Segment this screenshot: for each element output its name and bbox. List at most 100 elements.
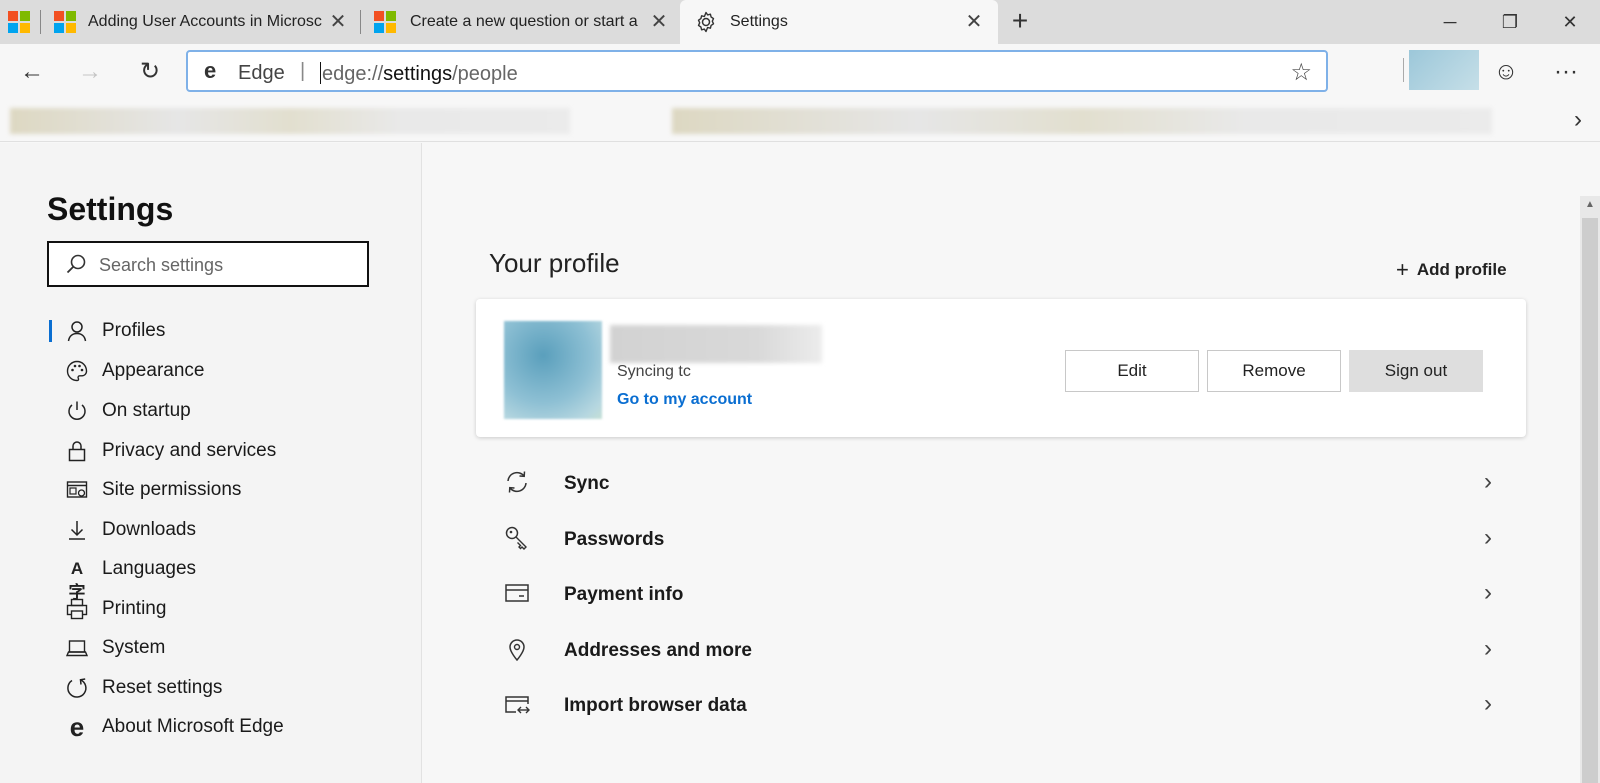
forward-button[interactable]: → (72, 54, 108, 90)
chevron-right-icon[interactable]: › (1574, 106, 1582, 134)
url-host: settings (383, 63, 453, 85)
favorite-star-icon[interactable]: ☆ (1290, 58, 1312, 87)
sidebar-item-appearance[interactable]: Appearance (47, 352, 387, 390)
sidebar-item-reset-settings[interactable]: Reset settings (47, 669, 387, 707)
row-sync[interactable]: Sync › (476, 456, 1526, 512)
row-passwords[interactable]: Passwords › (476, 512, 1526, 568)
omnibox-separator: | (300, 60, 306, 82)
go-to-account-link[interactable]: Go to my account (617, 391, 752, 409)
sidebar-item-system[interactable]: System (47, 629, 387, 667)
edge-logo-icon: e (69, 712, 85, 742)
gear-icon (694, 10, 718, 34)
active-indicator (49, 320, 52, 342)
chevron-right-icon: › (1484, 635, 1492, 662)
add-profile-label: Add profile (1416, 260, 1507, 279)
tab-settings[interactable]: Settings ✕ (680, 0, 998, 44)
palette-icon (65, 359, 89, 383)
chevron-right-icon: › (1484, 468, 1492, 495)
plus-icon: + (1396, 257, 1409, 282)
chevron-right-icon: › (1484, 690, 1492, 717)
import-icon (502, 690, 532, 720)
scrollbar[interactable]: ▲ (1580, 196, 1600, 783)
profile-card: Syncing tc Go to my account Edit Remove … (476, 299, 1526, 437)
minimize-button[interactable]: ─ (1430, 6, 1470, 38)
row-import-browser-data[interactable]: Import browser data › (476, 678, 1526, 734)
url-text[interactable]: edge://settings/people (320, 62, 518, 86)
tab-separator (40, 10, 41, 34)
back-button[interactable]: ← (14, 54, 50, 90)
credit-card-icon (502, 579, 532, 609)
search-box[interactable] (47, 241, 369, 287)
sidebar-item-label: System (102, 637, 166, 658)
url-scheme: edge:// (322, 63, 384, 85)
feedback-smiley-icon[interactable]: ☺ (1488, 54, 1524, 90)
page-title: Settings (47, 191, 174, 227)
sidebar-item-profiles[interactable]: Profiles (47, 312, 387, 350)
restore-button[interactable]: ❐ (1490, 6, 1530, 38)
sync-icon (502, 468, 532, 498)
favorites-bar: › (0, 100, 1600, 142)
languages-icon: A字 (68, 559, 86, 602)
sync-status: Syncing tc (617, 363, 691, 380)
tab-separator (360, 10, 361, 34)
close-icon[interactable]: ✕ (647, 8, 671, 36)
tab-create-question[interactable]: Create a new question or start a ✕ (364, 0, 676, 44)
sidebar-item-label: Appearance (102, 360, 205, 381)
sidebar-item-label: Languages (102, 558, 197, 579)
sidebar-item-printing[interactable]: Printing (47, 590, 387, 628)
row-label: Sync (564, 473, 610, 494)
edit-button[interactable]: Edit (1065, 350, 1199, 392)
tab-strip: Adding User Accounts in Microsc ✕ Create… (0, 0, 1600, 44)
sidebar-item-label: Reset settings (102, 677, 223, 698)
download-icon (65, 518, 89, 542)
toolbar: ← → ↻ e Edge | edge://settings/people ☆ … (0, 44, 1600, 100)
remove-button[interactable]: Remove (1207, 350, 1341, 392)
tab-title: Settings (730, 13, 788, 30)
sidebar-item-label: About Microsoft Edge (102, 716, 284, 737)
tab-title: Adding User Accounts in Microsc (88, 13, 322, 30)
omnibox-brand: Edge (238, 62, 285, 84)
sidebar-item-about-microsoft-edge[interactable]: e About Microsoft Edge (47, 708, 387, 746)
sidebar-item-site-permissions[interactable]: Site permissions (47, 471, 387, 509)
sidebar-item-on-startup[interactable]: On startup (47, 392, 387, 430)
microsoft-logo-icon (374, 11, 396, 33)
scroll-thumb[interactable] (1582, 218, 1598, 783)
address-bar[interactable]: e Edge | edge://settings/people ☆ (186, 50, 1328, 92)
row-payment-info[interactable]: Payment info › (476, 567, 1526, 623)
url-path: /people (452, 63, 518, 85)
add-profile-button[interactable]: + Add profile (1396, 257, 1507, 283)
settings-sidebar: Settings Profiles Appearance On startup … (0, 143, 422, 783)
row-label: Passwords (564, 529, 665, 550)
power-icon (65, 399, 89, 423)
reset-icon (65, 676, 89, 700)
laptop-icon (65, 636, 89, 660)
lock-icon (65, 439, 89, 463)
sidebar-item-label: Profiles (102, 320, 166, 341)
sidebar-item-languages[interactable]: A字 Languages (47, 550, 387, 602)
scroll-up-icon[interactable]: ▲ (1580, 196, 1600, 214)
close-window-button[interactable]: ✕ (1550, 6, 1590, 38)
refresh-button[interactable]: ↻ (132, 54, 168, 90)
sidebar-item-downloads[interactable]: Downloads (47, 511, 387, 549)
section-title: Your profile (489, 248, 620, 278)
favorites-blurred-items[interactable] (672, 108, 1492, 134)
more-menu-icon[interactable]: ··· (1548, 54, 1584, 90)
close-icon[interactable]: ✕ (326, 8, 350, 36)
search-input[interactable] (99, 253, 349, 277)
sign-out-button[interactable]: Sign out (1349, 350, 1483, 392)
toolbar-divider (1403, 58, 1404, 82)
sidebar-item-label: Privacy and services (102, 440, 277, 461)
tab-adding-user-accounts[interactable]: Adding User Accounts in Microsc ✕ (44, 0, 356, 44)
profile-avatar-button[interactable] (1409, 50, 1479, 90)
location-pin-icon (502, 635, 532, 665)
close-icon[interactable]: ✕ (962, 8, 986, 36)
printer-icon (65, 597, 89, 621)
key-icon (502, 524, 532, 554)
edge-logo-icon: e (204, 58, 217, 83)
sidebar-item-privacy-and-services[interactable]: Privacy and services (47, 432, 387, 470)
favorites-blurred-items[interactable] (10, 108, 570, 134)
sidebar-item-label: On startup (102, 400, 191, 421)
new-tab-button[interactable]: + (1004, 6, 1036, 38)
sidebar-item-label: Downloads (102, 519, 196, 540)
row-addresses-and-more[interactable]: Addresses and more › (476, 623, 1526, 679)
